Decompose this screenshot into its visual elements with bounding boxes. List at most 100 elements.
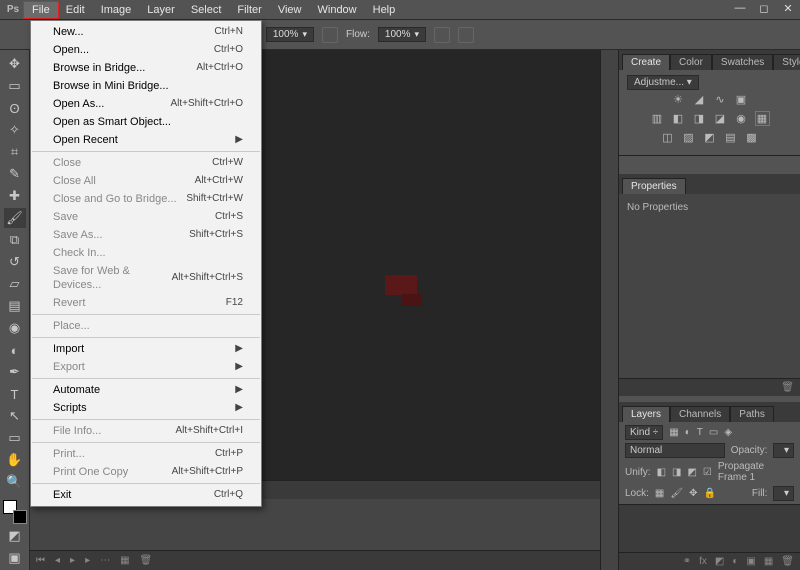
bw-icon[interactable]: ◪ xyxy=(713,111,728,126)
marquee-tool-icon[interactable]: ▭ xyxy=(4,76,26,96)
close-button[interactable]: ✕ xyxy=(776,2,800,18)
menu-item-import[interactable]: Import▶ xyxy=(31,340,261,358)
crop-tool-icon[interactable]: ⌗ xyxy=(4,142,26,162)
filter-adjust-icon[interactable]: ◐ xyxy=(685,427,691,438)
filter-type-icon[interactable]: T xyxy=(697,427,703,438)
eyedropper-tool-icon[interactable]: ✎ xyxy=(4,164,26,184)
menu-layer[interactable]: Layer xyxy=(139,2,183,18)
background-swatch[interactable] xyxy=(13,510,27,524)
minimize-button[interactable]: — xyxy=(728,2,752,18)
blur-tool-icon[interactable]: ◉ xyxy=(4,318,26,338)
mask-icon[interactable]: ◩ xyxy=(715,556,724,567)
tab-paths[interactable]: Paths xyxy=(730,406,774,422)
lock-pos-icon[interactable]: ✥ xyxy=(689,488,697,499)
menu-item-scripts[interactable]: Scripts▶ xyxy=(31,399,261,417)
menu-filter[interactable]: Filter xyxy=(229,2,269,18)
tab-layers[interactable]: Layers xyxy=(622,406,670,422)
tab-create[interactable]: Create xyxy=(622,54,670,70)
posterize-icon[interactable]: ▨ xyxy=(681,130,696,145)
play-first-icon[interactable]: ⏮ xyxy=(36,555,45,566)
fill-adjust-icon[interactable]: ◐ xyxy=(732,556,738,567)
brush-tool-icon[interactable]: 🖌 xyxy=(4,208,26,228)
path-tool-icon[interactable]: ↖ xyxy=(4,406,26,426)
menu-image[interactable]: Image xyxy=(93,2,140,18)
trash-icon[interactable]: 🗑 xyxy=(781,382,794,393)
filter-pixel-icon[interactable]: ▦ xyxy=(669,427,678,438)
screenmode-icon[interactable]: ▣ xyxy=(4,548,26,568)
pen-tool-icon[interactable]: ✒ xyxy=(4,362,26,382)
lasso-tool-icon[interactable]: ʘ xyxy=(4,98,26,118)
play-next-icon[interactable]: ▸ xyxy=(85,555,90,566)
menu-item-exit[interactable]: ExitCtrl+Q xyxy=(31,486,261,504)
pressure-opacity-icon[interactable] xyxy=(322,27,338,43)
colorbalance-icon[interactable]: ◨ xyxy=(692,111,707,126)
menu-view[interactable]: View xyxy=(270,2,310,18)
menu-item-open[interactable]: Open...Ctrl+O xyxy=(31,41,261,59)
play-prev-icon[interactable]: ◂ xyxy=(55,555,60,566)
delete-frame-icon[interactable]: 🗑 xyxy=(140,555,153,566)
zoom-tool-icon[interactable]: 🔍 xyxy=(4,472,26,492)
curves-icon[interactable]: ∿ xyxy=(713,92,728,107)
move-tool-icon[interactable]: ✥ xyxy=(4,54,26,74)
blend-mode-select[interactable]: Normal xyxy=(625,443,725,458)
invert-icon[interactable]: ◫ xyxy=(660,130,675,145)
new-layer-icon[interactable]: ▦ xyxy=(764,556,773,567)
layer-kind-select[interactable]: Kind ÷ xyxy=(625,425,663,440)
tab-channels[interactable]: Channels xyxy=(670,406,730,422)
airbrush-icon[interactable] xyxy=(434,27,450,43)
wand-tool-icon[interactable]: ✧ xyxy=(4,120,26,140)
flow-field[interactable]: 100%▾ xyxy=(378,27,426,42)
group-icon[interactable]: ▣ xyxy=(746,556,755,567)
opacity-field[interactable]: 100%▾ xyxy=(266,27,314,42)
pressure-size-icon[interactable] xyxy=(458,27,474,43)
hand-tool-icon[interactable]: ✋ xyxy=(4,450,26,470)
brightness-icon[interactable]: ☀ xyxy=(671,92,686,107)
shape-tool-icon[interactable]: ▭ xyxy=(4,428,26,448)
menu-item-open-recent[interactable]: Open Recent▶ xyxy=(31,131,261,149)
tab-styles[interactable]: Styles xyxy=(773,54,800,70)
fx-icon[interactable]: fx xyxy=(699,556,707,567)
play-icon[interactable]: ▸ xyxy=(70,555,75,566)
collapsed-panel-strip[interactable] xyxy=(600,50,618,570)
fill-field[interactable]: ▾ xyxy=(773,486,794,501)
menu-item-automate[interactable]: Automate▶ xyxy=(31,381,261,399)
menu-item-browse-in-bridge[interactable]: Browse in Bridge...Alt+Ctrl+O xyxy=(31,59,261,77)
menu-select[interactable]: Select xyxy=(183,2,230,18)
unify-style-icon[interactable]: ◩ xyxy=(687,467,696,478)
hue-icon[interactable]: ◧ xyxy=(671,111,686,126)
propagate-checkbox[interactable]: ☑ xyxy=(703,467,712,478)
filter-shape-icon[interactable]: ▭ xyxy=(709,427,718,438)
dodge-tool-icon[interactable]: ◐ xyxy=(4,340,26,360)
delete-layer-icon[interactable]: 🗑 xyxy=(781,556,794,567)
adjustment-preset-select[interactable]: Adjustme... ▾ xyxy=(627,75,699,90)
history-brush-tool-icon[interactable]: ↺ xyxy=(4,252,26,272)
lock-trans-icon[interactable]: ▦ xyxy=(655,488,664,499)
layer-opacity-field[interactable]: ▾ xyxy=(773,443,794,458)
unify-visibility-icon[interactable]: ◨ xyxy=(672,467,681,478)
menu-edit[interactable]: Edit xyxy=(58,2,93,18)
gradientmap-icon[interactable]: ▤ xyxy=(723,130,738,145)
lock-all-icon[interactable]: 🔒 xyxy=(703,488,715,499)
menu-item-new[interactable]: New...Ctrl+N xyxy=(31,23,261,41)
threshold-icon[interactable]: ◩ xyxy=(702,130,717,145)
eraser-tool-icon[interactable]: ▱ xyxy=(4,274,26,294)
maximize-button[interactable]: ◻ xyxy=(752,2,776,18)
filter-smart-icon[interactable]: ◈ xyxy=(724,427,732,438)
menu-item-browse-in-mini-bridge[interactable]: Browse in Mini Bridge... xyxy=(31,77,261,95)
exposure-icon[interactable]: ▣ xyxy=(734,92,749,107)
menu-file[interactable]: File xyxy=(24,2,58,18)
layers-list[interactable] xyxy=(619,505,800,552)
gradient-tool-icon[interactable]: ▤ xyxy=(4,296,26,316)
link-layers-icon[interactable]: ⚭ xyxy=(683,556,691,567)
photofilter-icon[interactable]: ◉ xyxy=(734,111,749,126)
channelmixer-icon[interactable]: ▦ xyxy=(755,111,770,126)
quickmask-icon[interactable]: ◩ xyxy=(4,526,26,546)
menu-help[interactable]: Help xyxy=(365,2,404,18)
selcolor-icon[interactable]: ▩ xyxy=(744,130,759,145)
stamp-tool-icon[interactable]: ⧉ xyxy=(4,230,26,250)
new-frame-icon[interactable]: ▦ xyxy=(120,555,129,566)
menu-item-open-as[interactable]: Open As...Alt+Shift+Ctrl+O xyxy=(31,95,261,113)
tab-color[interactable]: Color xyxy=(670,54,712,70)
heal-tool-icon[interactable]: ✚ xyxy=(4,186,26,206)
levels-icon[interactable]: ◢ xyxy=(692,92,707,107)
